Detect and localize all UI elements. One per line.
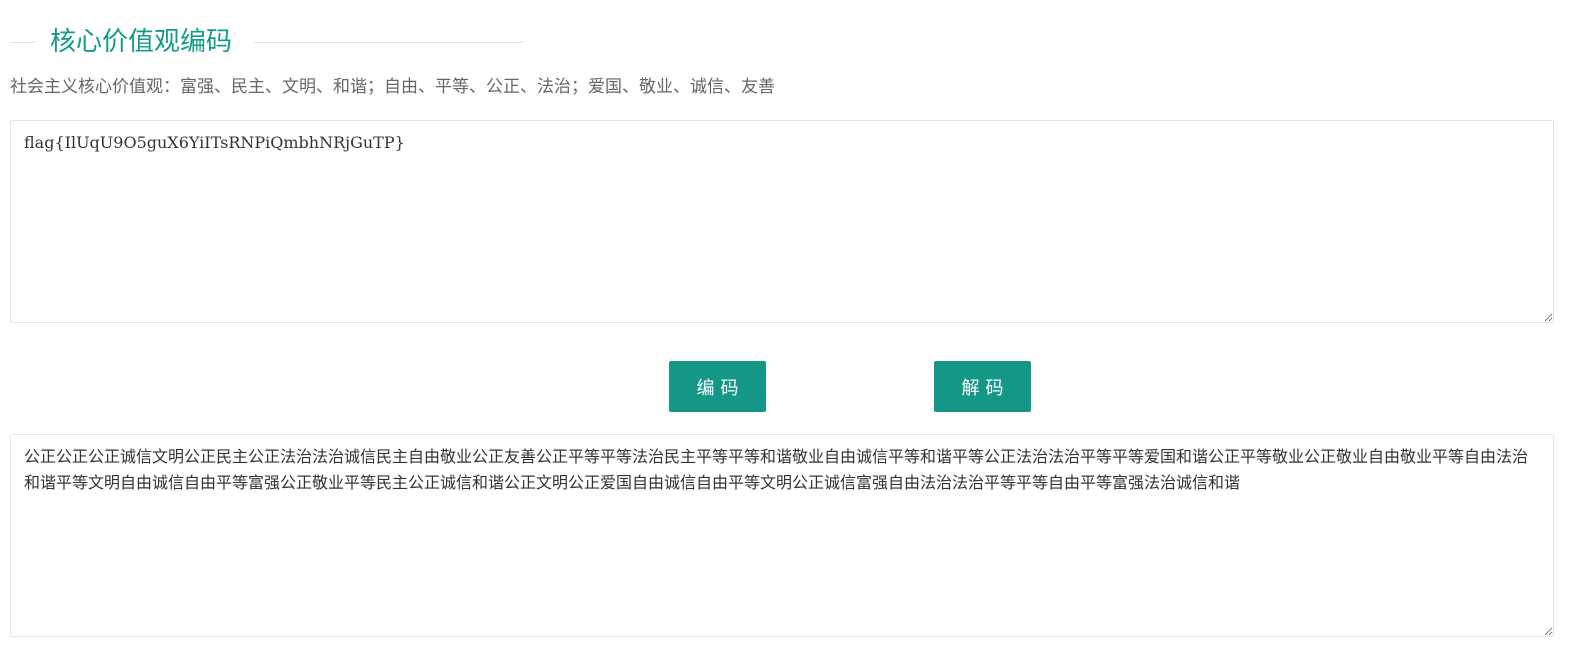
title-divider-left <box>10 42 36 43</box>
section-title-row: 核心价值观编码 <box>10 22 524 62</box>
encode-button[interactable]: 编码 <box>669 361 766 412</box>
decode-button[interactable]: 解码 <box>934 361 1031 412</box>
page-title: 核心价值观编码 <box>50 27 233 57</box>
page-subtitle: 社会主义核心价值观：富强、民主、文明、和谐；自由、平等、公正、法治；爱国、敬业、… <box>10 77 775 97</box>
input-textarea[interactable]: flag{IlUqU9O5guX6YiITsRNPiQmbhNRjGuTP} <box>10 120 1554 323</box>
title-divider-right <box>254 42 524 43</box>
output-textarea[interactable]: 公正公正公正诚信文明公正民主公正法治法治诚信民主自由敬业公正友善公正平等平等法治… <box>10 434 1554 637</box>
